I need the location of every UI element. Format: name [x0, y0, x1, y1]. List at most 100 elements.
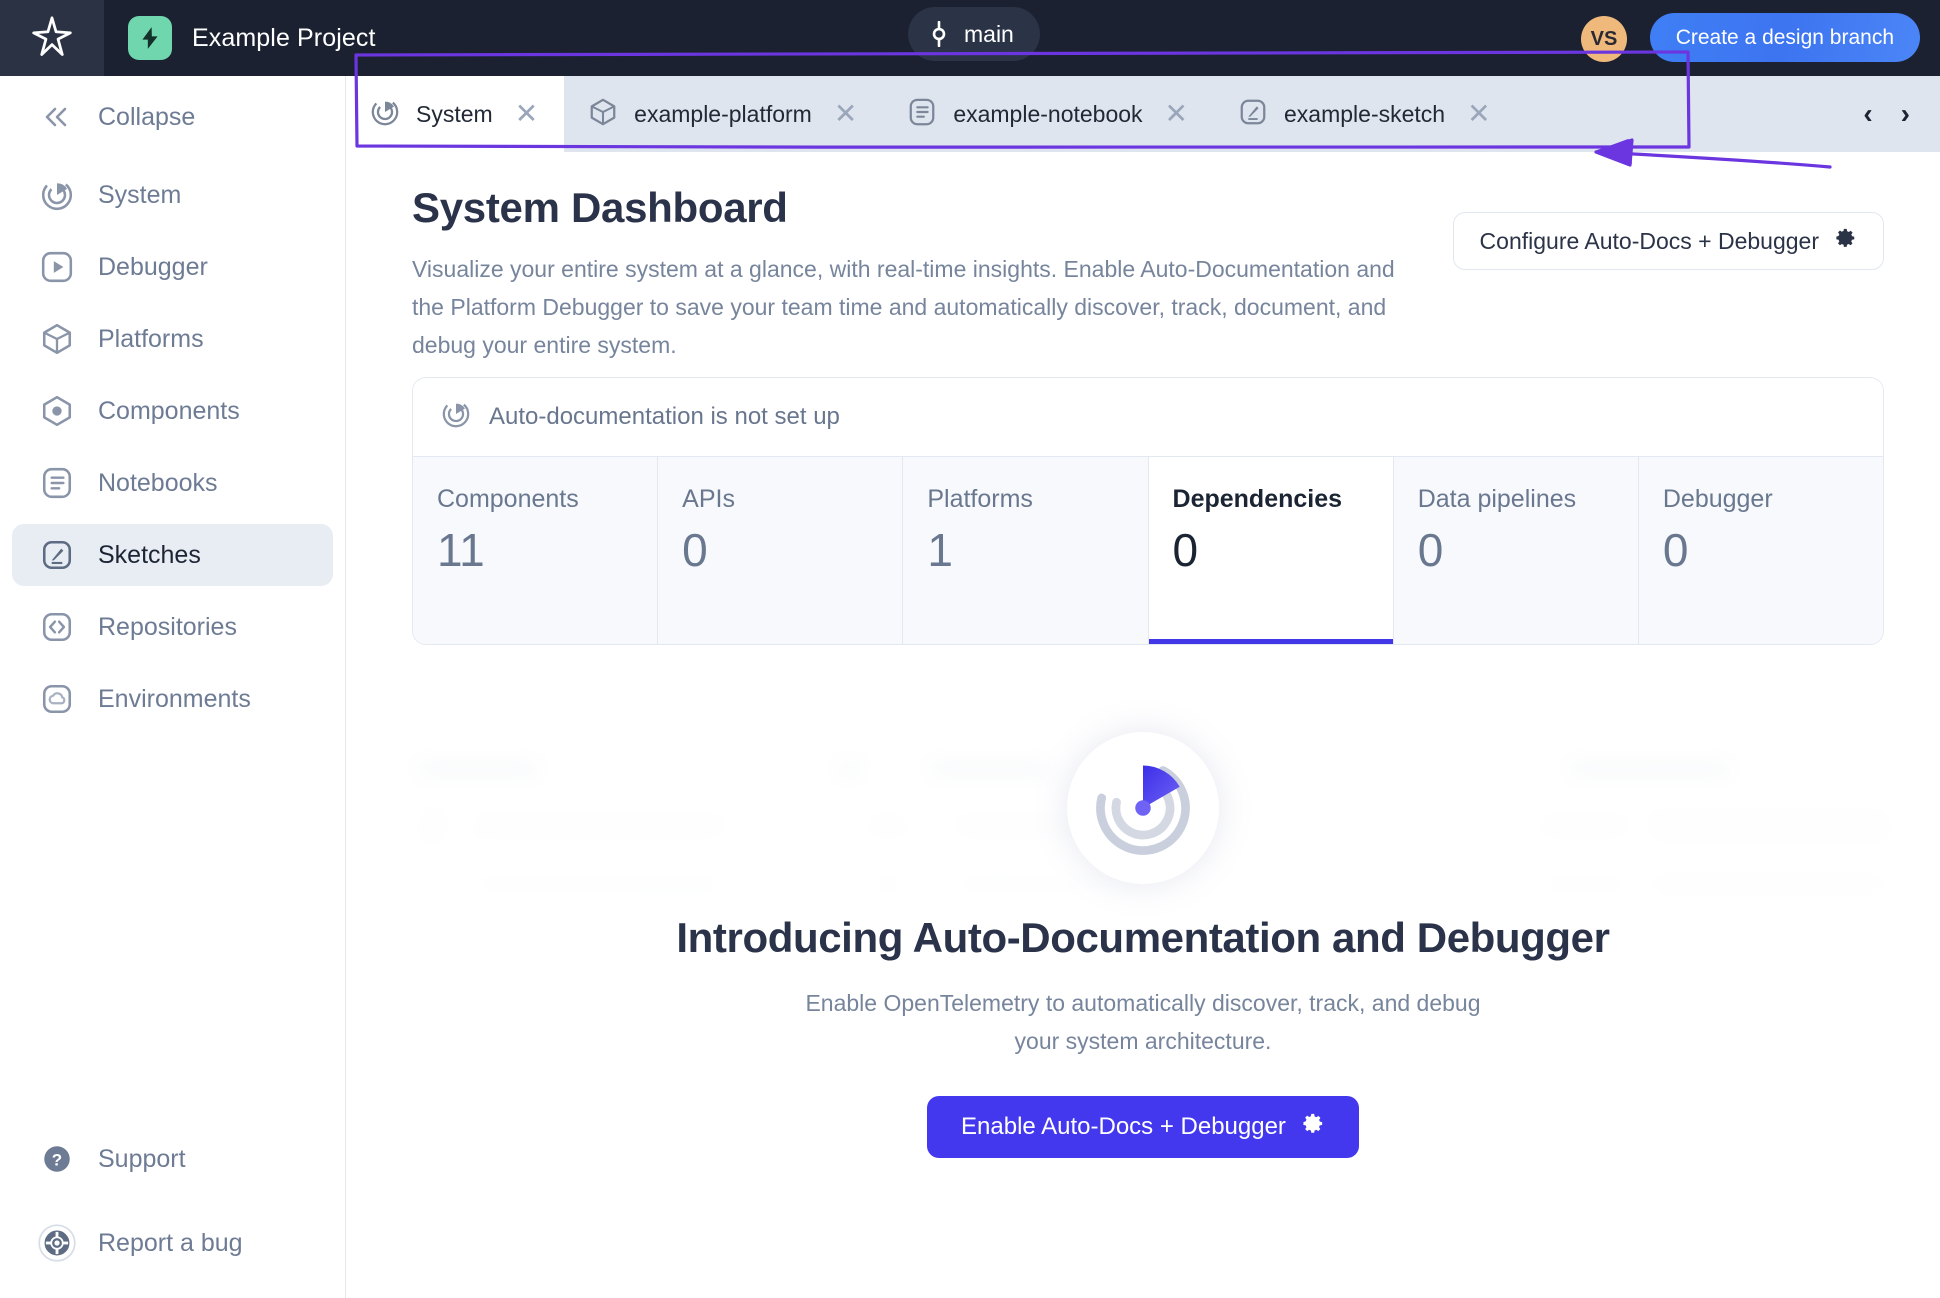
tab-system[interactable]: System ✕: [346, 76, 565, 152]
sidebar-item-label: Platforms: [98, 324, 204, 353]
sidebar-item-system[interactable]: System: [12, 164, 333, 226]
tab-prev-icon[interactable]: ‹: [1863, 98, 1872, 130]
sidebar-item-label: Debugger: [98, 252, 208, 281]
tab-strip: System ✕ example-platform ✕ example-note…: [346, 76, 1940, 152]
sidebar-collapse-label: Collapse: [98, 102, 196, 131]
hexagon-dot-icon: [34, 394, 80, 428]
tab-example-platform[interactable]: example-platform ✕: [564, 76, 883, 152]
sidebar-nav: System Debugger Platforms Components Not…: [0, 164, 345, 730]
avatar[interactable]: VS: [1581, 16, 1627, 62]
sidebar-item-label: Support: [98, 1144, 186, 1173]
stat-label: Dependencies: [1172, 485, 1343, 513]
promo-body: Enable OpenTelemetry to automatically di…: [805, 990, 1481, 1054]
page-title: System Dashboard: [412, 184, 788, 231]
play-square-icon: [34, 250, 80, 284]
promo-button-label: Enable Auto-Docs + Debugger: [961, 1113, 1286, 1140]
tab-close-icon[interactable]: ✕: [834, 100, 857, 128]
tab-next-icon[interactable]: ›: [1901, 98, 1910, 130]
app-root: Example Project main VS Create a design …: [0, 0, 1940, 1298]
configure-auto-docs-debugger-button[interactable]: Configure Auto-Docs + Debugger: [1452, 212, 1884, 270]
sidebar-item-label: System: [98, 180, 182, 209]
tab-close-icon[interactable]: ✕: [515, 100, 538, 128]
cube-icon: [34, 322, 80, 356]
stat-label: Debugger: [1662, 485, 1773, 513]
app-logo[interactable]: [0, 0, 104, 76]
sidebar-item-label: Report a bug: [98, 1228, 243, 1257]
gear-icon: [1835, 227, 1857, 255]
stat-value: 0: [1417, 524, 1444, 576]
create-design-branch-button[interactable]: Create a design branch: [1649, 13, 1920, 62]
sidebar-item-label: Components: [98, 396, 240, 425]
sketch-pen-icon: [34, 538, 80, 572]
stat-label: APIs: [682, 485, 735, 513]
tab-label: example-platform: [634, 100, 812, 127]
main-content: System Dashboard Visualize your entire s…: [346, 152, 1940, 1298]
project-name: Example Project: [192, 23, 376, 52]
stats-card: Auto-documentation is not set up Compone…: [412, 377, 1884, 645]
enable-auto-docs-debugger-button[interactable]: Enable Auto-Docs + Debugger: [927, 1096, 1359, 1158]
stat-tile-components[interactable]: Components 11: [413, 457, 659, 644]
stat-label: Platforms: [927, 485, 1033, 513]
sidebar-item-report-a-bug[interactable]: Report a bug: [12, 1212, 333, 1274]
radar-icon: [370, 97, 400, 132]
page-description: Visualize your entire system at a glance…: [412, 256, 1395, 358]
tab-label: example-sketch: [1284, 100, 1446, 127]
sidebar-item-environments[interactable]: Environments: [12, 668, 333, 730]
top-bar: Example Project main VS Create a design …: [0, 0, 1940, 76]
tab-example-notebook[interactable]: example-notebook ✕: [883, 76, 1214, 152]
chevrons-left-icon: [34, 104, 80, 130]
branch-selector[interactable]: main: [908, 7, 1040, 61]
branch-name: main: [964, 20, 1014, 47]
tab-close-icon[interactable]: ✕: [1467, 100, 1490, 128]
stat-value: 0: [682, 524, 708, 576]
gear-icon: [1302, 1112, 1325, 1142]
sidebar-item-notebooks[interactable]: Notebooks: [12, 452, 333, 514]
stat-value: 0: [1662, 524, 1689, 576]
stat-label: Components: [437, 485, 579, 513]
sidebar-collapse-button[interactable]: Collapse: [12, 86, 333, 148]
sidebar-item-label: Repositories: [98, 612, 237, 641]
stat-tile-dependencies[interactable]: Dependencies 0: [1148, 457, 1394, 644]
lightning-bolt-icon: [142, 27, 158, 49]
radar-icon: [34, 178, 80, 212]
cube-icon: [588, 97, 618, 132]
git-branch-icon: [932, 21, 946, 47]
sidebar-item-sketches[interactable]: Sketches: [12, 524, 333, 586]
stats-tile-grid: Components 11 APIs 0 Platforms 1 Depende…: [413, 456, 1883, 644]
sidebar-bottom: ? Support Report a bug: [0, 1128, 345, 1274]
sidebar-item-label: Sketches: [98, 540, 201, 569]
radar-logo-icon: [1067, 732, 1219, 884]
stat-tile-apis[interactable]: APIs 0: [658, 457, 904, 644]
stats-card-header: Auto-documentation is not set up: [413, 378, 1883, 456]
stats-card-header-label: Auto-documentation is not set up: [489, 403, 840, 430]
sidebar-item-label: Environments: [98, 684, 251, 713]
cloud-icon: [34, 682, 80, 716]
tab-label: example-notebook: [953, 100, 1143, 127]
sidebar: Collapse System Debugger Platforms Compo…: [0, 76, 346, 1298]
star-sparkle-icon: [32, 16, 72, 56]
stat-tile-platforms[interactable]: Platforms 1: [903, 457, 1149, 644]
stat-tile-data-pipelines[interactable]: Data pipelines 0: [1393, 457, 1639, 644]
tab-nav-arrows: ‹ ›: [1863, 76, 1924, 152]
promo-heading: Introducing Auto-Documentation and Debug…: [676, 914, 1610, 961]
configure-button-label: Configure Auto-Docs + Debugger: [1479, 227, 1819, 254]
project-badge: [128, 16, 172, 60]
tab-label: System: [416, 100, 493, 127]
tab-close-icon[interactable]: ✕: [1165, 100, 1188, 128]
sidebar-item-platforms[interactable]: Platforms: [12, 308, 333, 370]
sidebar-item-support[interactable]: ? Support: [12, 1128, 333, 1190]
notebook-icon: [907, 97, 937, 132]
radar-icon: [441, 399, 471, 436]
lifebuoy-icon: [34, 1223, 80, 1263]
sidebar-item-debugger[interactable]: Debugger: [12, 236, 333, 298]
stat-value: 0: [1172, 524, 1199, 576]
stat-value: 1: [927, 524, 953, 576]
svg-text:?: ?: [52, 1150, 62, 1169]
sidebar-item-label: Notebooks: [98, 468, 218, 497]
promo-overlay: Introducing Auto-Documentation and Debug…: [346, 712, 1940, 1298]
notebook-icon: [34, 466, 80, 500]
tab-example-sketch[interactable]: example-sketch ✕: [1214, 76, 1517, 152]
sidebar-item-repositories[interactable]: Repositories: [12, 596, 333, 658]
sidebar-item-components[interactable]: Components: [12, 380, 333, 442]
stat-tile-debugger[interactable]: Debugger 0: [1638, 457, 1883, 644]
